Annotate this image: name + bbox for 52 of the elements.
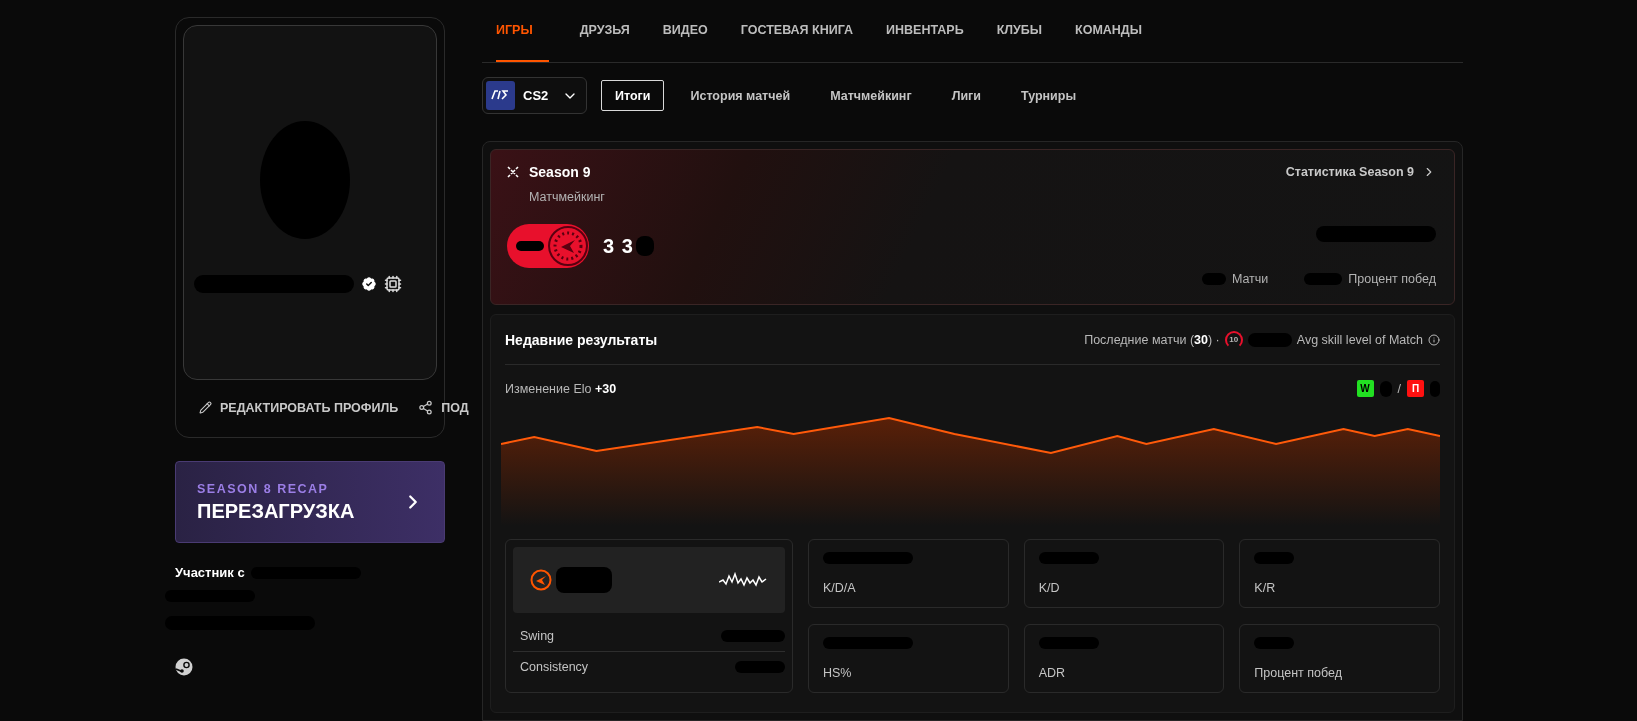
verified-icon [360,275,378,293]
season-subtitle: Матчмейкинг [529,190,606,204]
elo-value: 3 3 [603,234,634,258]
recent-results-title: Недавние результаты [505,331,658,348]
share-link[interactable]: ПОД [418,400,469,415]
sub-tab[interactable]: Турниры [1007,80,1091,111]
nav-tab[interactable]: ИНВЕНТАРЬ [870,0,980,62]
avg-skill-label: Avg skill level of Match [1296,332,1423,347]
skill-row-label: Swing [520,629,555,643]
stat-label: ADR [1038,666,1067,680]
elo-change-label: Изменение Elo +30 [505,381,617,396]
season-icon [507,166,519,178]
redaction-mark [635,236,654,256]
redaction-mark [556,567,612,593]
recap-kicker: SEASON 8 RECAP [197,481,330,496]
redaction-mark [516,241,544,251]
matches-label: Матчи [1231,272,1269,286]
nav-tab[interactable]: ДРУЗЬЯ [563,0,646,62]
nav-tab[interactable]: ИГРЫ [496,0,549,62]
sub-tab[interactable]: Матчмейкинг [816,80,926,111]
level-icon [530,569,552,591]
stat-label: HS% [823,666,853,680]
nav-tab[interactable]: КЛУБЫ [980,0,1059,62]
skill-row-label: Consistency [520,659,589,674]
nav-tab[interactable]: КОМАНДЫ [1059,0,1158,62]
steam-icon [175,658,193,676]
stat-label: K/D/A [823,581,857,595]
game-logo-icon [486,81,515,110]
winrate-label: Процент побед [1348,272,1436,286]
season-recap-banner[interactable]: SEASON 8 RECAP ПЕРЕЗАГРУЗКА [175,461,445,543]
game-select[interactable]: CS2 [482,77,587,114]
win-mark: W [1356,380,1374,397]
sub-tab[interactable]: История матчей [676,80,805,111]
season-stats-link[interactable]: Статистика Season 9 [1285,165,1436,179]
stat-label: Процент побед [1254,666,1343,680]
info-icon [1428,333,1440,346]
member-since-label: Участник с [175,565,245,580]
chip-icon [384,275,402,293]
sub-tab[interactable]: Лиги [937,80,995,111]
share-icon [418,400,434,415]
slash-separator: / [1397,381,1401,396]
sub-tab[interactable]: Итоги [601,80,665,111]
edit-profile-link[interactable]: РЕДАКТИРОВАТЬ ПРОФИЛЬ [199,400,399,415]
pencil-icon [199,401,212,414]
loss-mark: П [1407,380,1424,397]
nav-tab[interactable]: ВИДЕО [646,0,724,62]
recap-title: ПЕРЕЗАГРУЗКА [197,499,355,523]
nav-tab[interactable]: ГОСТЕВАЯ КНИГА [724,0,870,62]
stat-label: K/R [1254,581,1277,595]
last-matches-label: Последние матчи (30) · [1084,332,1220,347]
stat-label: K/D [1038,581,1061,595]
season-title: Season 9 [529,164,591,180]
